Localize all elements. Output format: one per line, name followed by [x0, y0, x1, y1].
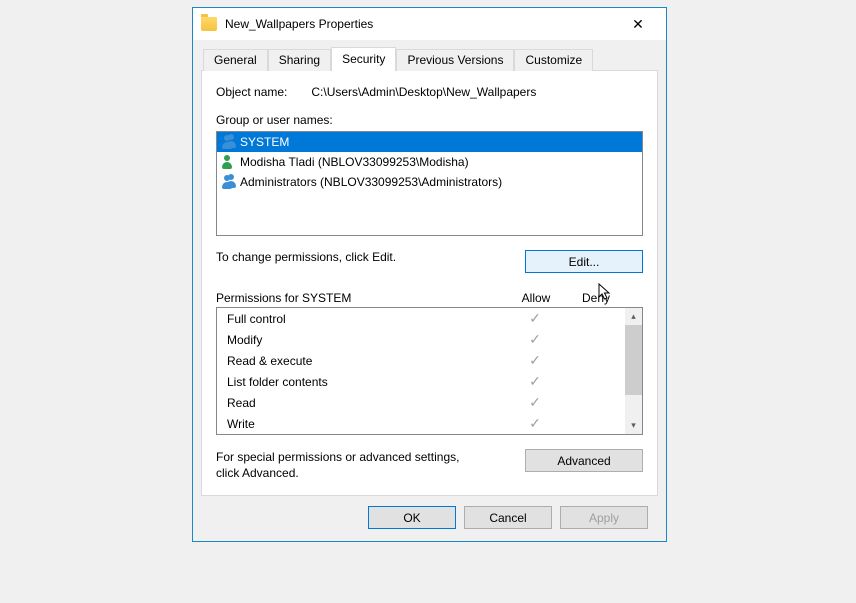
tab-security[interactable]: Security: [331, 47, 396, 71]
permissions-list: Full control ✓ Modify ✓ Read & execute ✓: [216, 307, 643, 435]
permissions-header: Permissions for SYSTEM Allow Deny: [216, 291, 643, 305]
permission-name: Read & execute: [227, 354, 505, 368]
permission-allow-check: ✓: [505, 331, 565, 348]
permission-name: Full control: [227, 312, 505, 326]
advanced-hint: For special permissions or advanced sett…: [216, 449, 476, 481]
scroll-down-icon[interactable]: ▾: [625, 417, 642, 434]
tab-sharing[interactable]: Sharing: [268, 49, 331, 71]
dialog-footer: OK Cancel Apply: [201, 496, 658, 529]
properties-dialog: New_Wallpapers Properties ✕ General Shar…: [192, 7, 667, 542]
edit-button[interactable]: Edit...: [525, 250, 643, 273]
permissions-col-deny: Deny: [566, 291, 626, 305]
group-icon: [220, 134, 236, 150]
permission-row[interactable]: Read ✓: [217, 392, 625, 413]
advanced-button[interactable]: Advanced: [525, 449, 643, 472]
permissions-col-allow: Allow: [506, 291, 566, 305]
permission-allow-check: ✓: [505, 415, 565, 432]
list-item[interactable]: Modisha Tladi (NBLOV33099253\Modisha): [217, 152, 642, 172]
permission-name: List folder contents: [227, 375, 505, 389]
permissions-header-label: Permissions for SYSTEM: [216, 291, 506, 305]
titlebar[interactable]: New_Wallpapers Properties ✕: [193, 8, 666, 40]
permission-allow-check: ✓: [505, 394, 565, 411]
advanced-row: For special permissions or advanced sett…: [216, 449, 643, 481]
permission-name: Modify: [227, 333, 505, 347]
tab-previous-versions[interactable]: Previous Versions: [396, 49, 514, 71]
advanced-button-label: Advanced: [557, 454, 610, 468]
group-user-list[interactable]: SYSTEM Modisha Tladi (NBLOV33099253\Modi…: [216, 131, 643, 236]
apply-button-label: Apply: [589, 511, 619, 525]
tab-customize[interactable]: Customize: [514, 49, 593, 71]
object-name-label: Object name:: [216, 85, 287, 99]
scroll-thumb[interactable]: [625, 325, 642, 395]
permission-row[interactable]: Modify ✓: [217, 329, 625, 350]
permission-allow-check: ✓: [505, 352, 565, 369]
permission-row[interactable]: List folder contents ✓: [217, 371, 625, 392]
list-item-label: SYSTEM: [240, 135, 289, 149]
folder-icon: [201, 17, 217, 31]
apply-button[interactable]: Apply: [560, 506, 648, 529]
permission-name: Write: [227, 417, 505, 431]
object-name-value: C:\Users\Admin\Desktop\New_Wallpapers: [311, 85, 536, 99]
permission-allow-check: ✓: [505, 373, 565, 390]
edit-hint: To change permissions, click Edit.: [216, 250, 396, 264]
client-area: General Sharing Security Previous Versio…: [193, 40, 666, 541]
group-icon: [220, 174, 236, 190]
cancel-button[interactable]: Cancel: [464, 506, 552, 529]
permission-row[interactable]: Write ✓: [217, 413, 625, 434]
list-item[interactable]: Administrators (NBLOV33099253\Administra…: [217, 172, 642, 192]
scroll-up-icon[interactable]: ▴: [625, 308, 642, 325]
tab-general[interactable]: General: [203, 49, 268, 71]
list-item-label: Modisha Tladi (NBLOV33099253\Modisha): [240, 155, 469, 169]
ok-button[interactable]: OK: [368, 506, 456, 529]
group-or-user-label: Group or user names:: [216, 113, 643, 127]
edit-button-label: Edit...: [569, 255, 600, 269]
scroll-track[interactable]: [625, 325, 642, 417]
permissions-scrollbar[interactable]: ▴ ▾: [625, 308, 642, 434]
user-icon: [220, 154, 236, 170]
permission-allow-check: ✓: [505, 310, 565, 327]
ok-button-label: OK: [403, 511, 420, 525]
tab-strip: General Sharing Security Previous Versio…: [203, 46, 658, 70]
window-title: New_Wallpapers Properties: [225, 17, 618, 31]
object-name-row: Object name: C:\Users\Admin\Desktop\New_…: [216, 85, 643, 99]
security-panel: Object name: C:\Users\Admin\Desktop\New_…: [201, 70, 658, 496]
permission-row[interactable]: Full control ✓: [217, 308, 625, 329]
list-item-label: Administrators (NBLOV33099253\Administra…: [240, 175, 502, 189]
close-button[interactable]: ✕: [618, 10, 658, 38]
cancel-button-label: Cancel: [489, 511, 526, 525]
edit-row: To change permissions, click Edit. Edit.…: [216, 250, 643, 273]
list-item[interactable]: SYSTEM: [217, 132, 642, 152]
permission-name: Read: [227, 396, 505, 410]
permission-row[interactable]: Read & execute ✓: [217, 350, 625, 371]
